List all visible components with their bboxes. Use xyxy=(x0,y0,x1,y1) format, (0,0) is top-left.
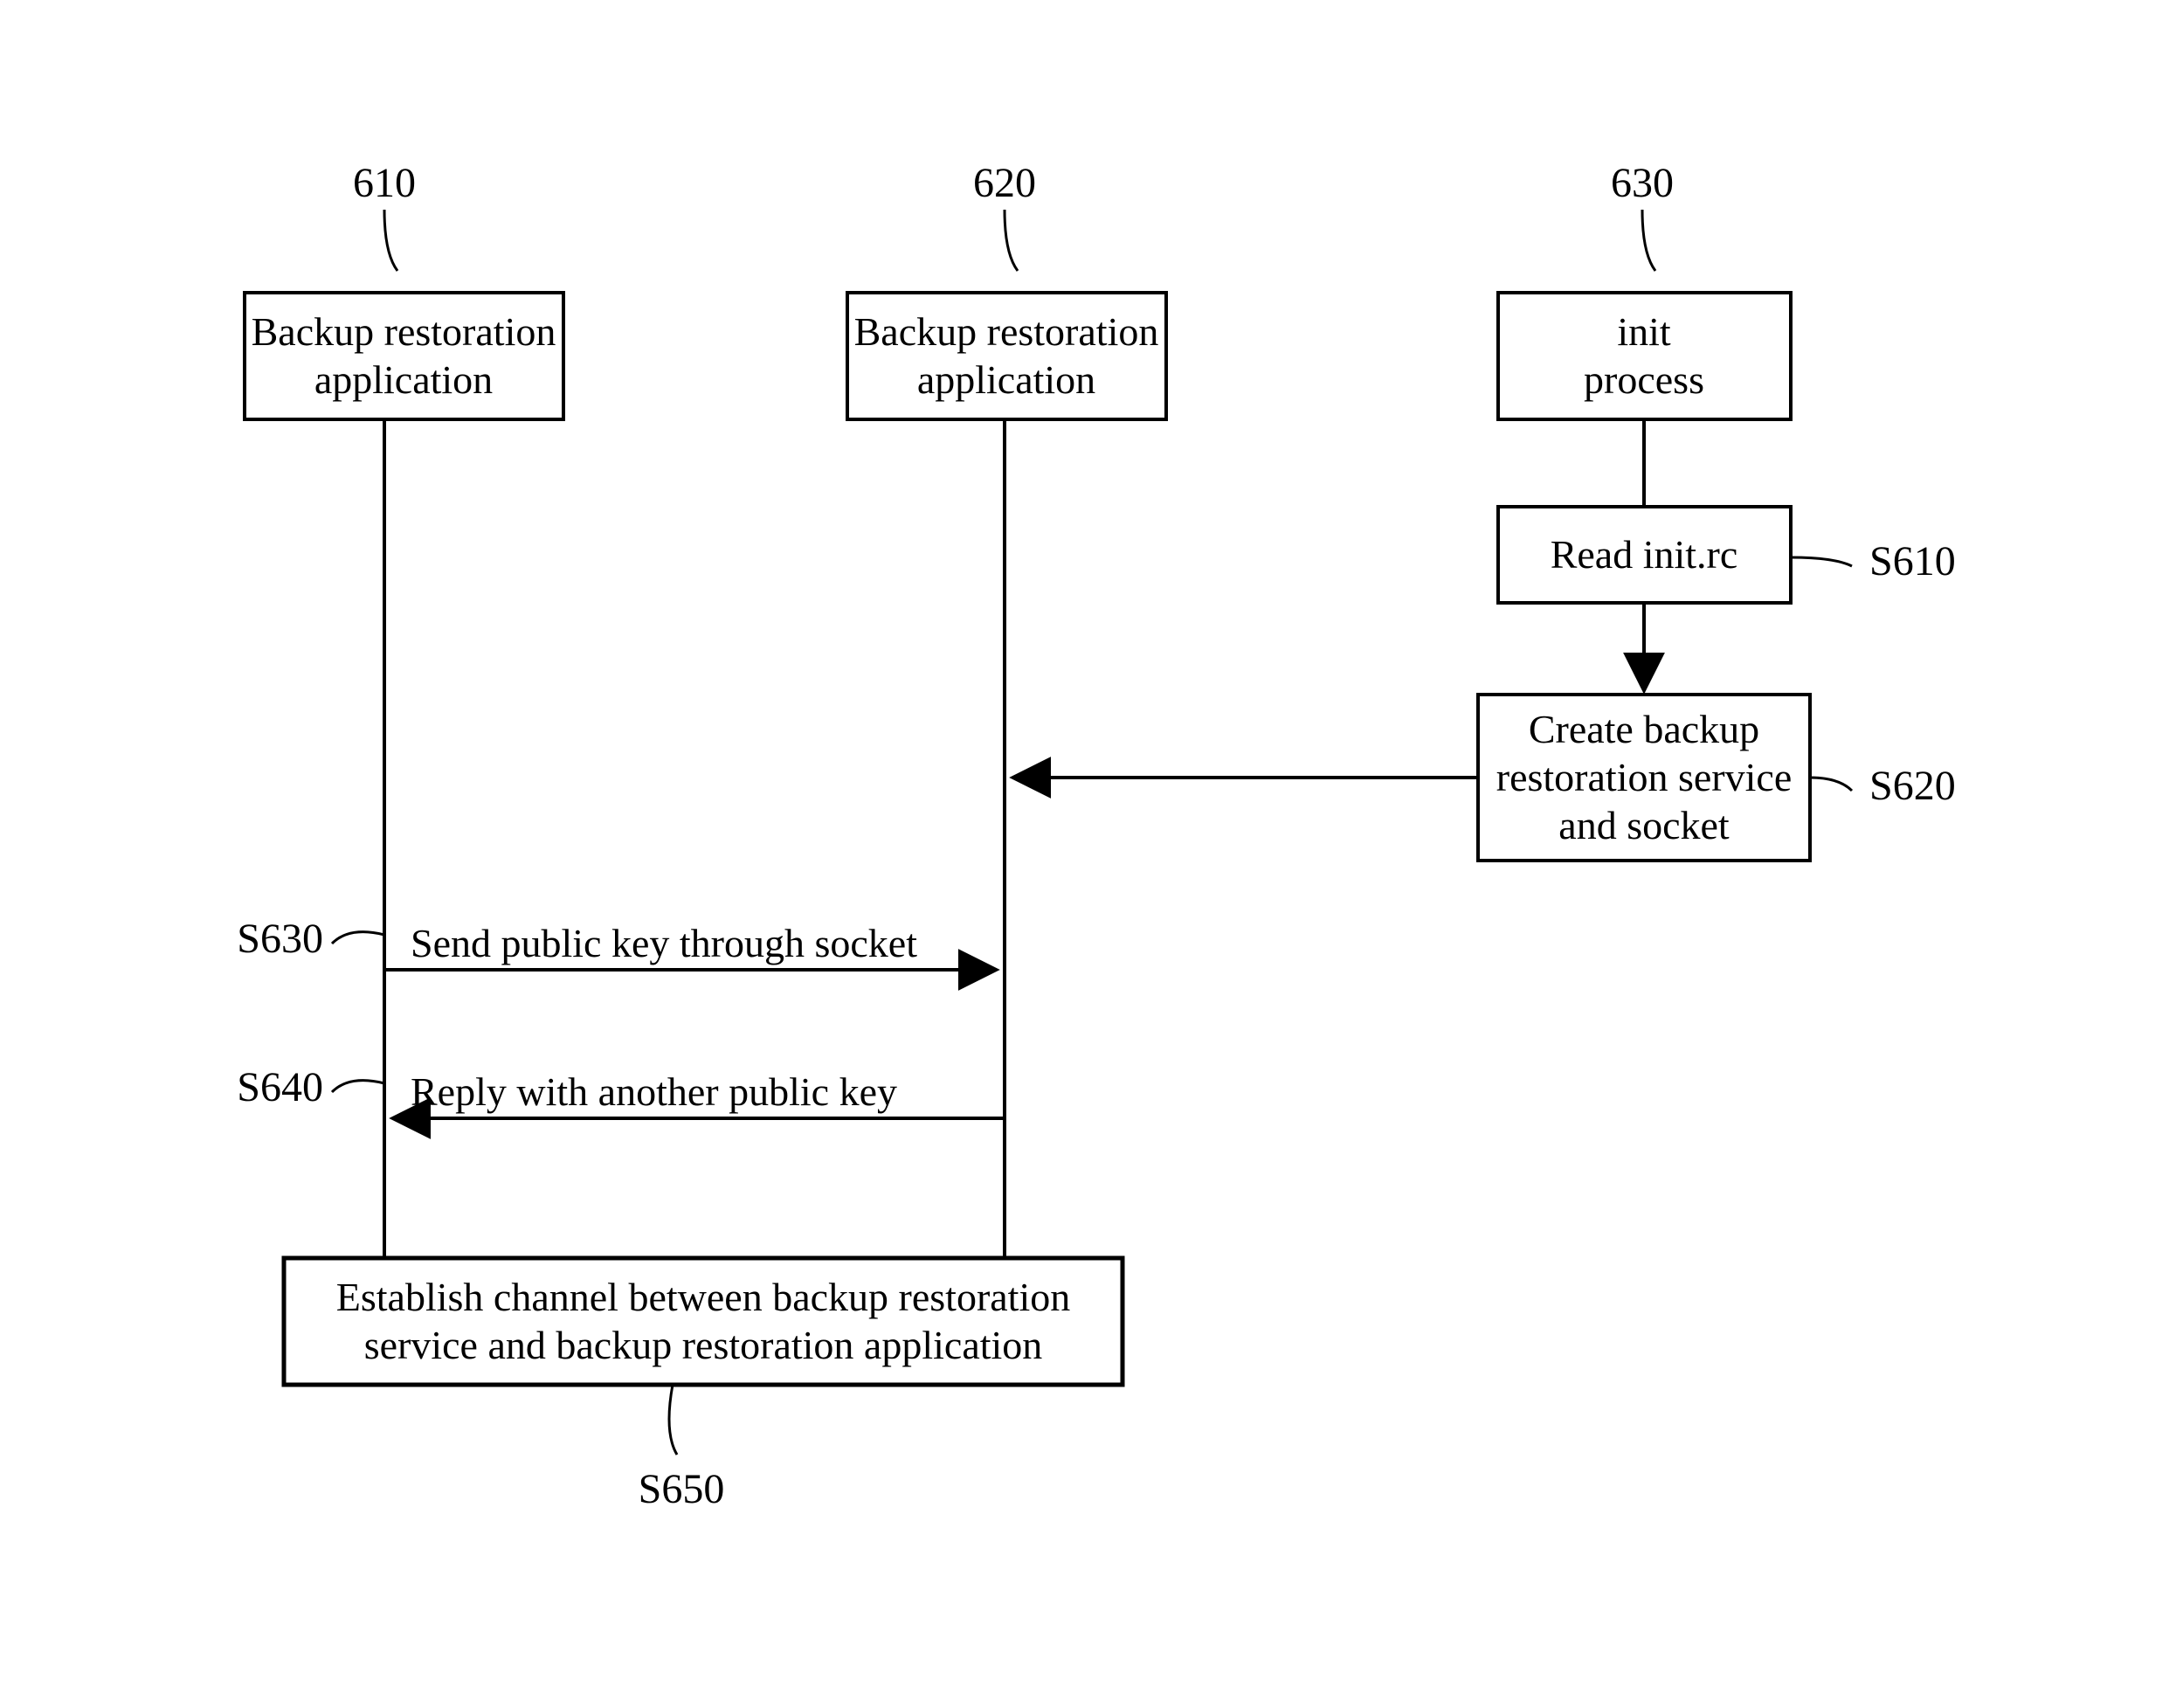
actor-right-leader xyxy=(1642,210,1655,271)
actor-left-line1: Backup restoration xyxy=(252,309,556,354)
step-s640-id: S640 xyxy=(237,1064,323,1110)
actor-left-id: 610 xyxy=(353,160,416,206)
step-s640-text: Reply with another public key xyxy=(411,1069,897,1114)
step-s640-leader xyxy=(332,1081,384,1092)
actor-right-line2: process xyxy=(1584,357,1704,402)
step-s630-text: Send public key through socket xyxy=(411,921,917,965)
step-s650-line2: service and backup restoration applicati… xyxy=(364,1323,1043,1367)
step-s610-leader xyxy=(1791,557,1852,566)
step-s620-line1: Create backup xyxy=(1529,707,1759,751)
step-s620-id: S620 xyxy=(1869,763,1956,809)
actor-middle-line2: application xyxy=(917,357,1095,402)
step-s650-id: S650 xyxy=(639,1466,725,1512)
step-s630-leader xyxy=(332,932,384,944)
actor-middle-id: 620 xyxy=(973,160,1036,206)
step-s650-line1: Establish channel between backup restora… xyxy=(336,1275,1071,1319)
step-s650-leader xyxy=(669,1385,677,1455)
actor-left-line2: application xyxy=(314,357,493,402)
step-s620-line2: restoration service xyxy=(1496,755,1792,799)
actor-right-id: 630 xyxy=(1611,160,1674,206)
actor-middle-line1: Backup restoration xyxy=(854,309,1159,354)
actor-left-leader xyxy=(384,210,397,271)
actor-middle-leader xyxy=(1005,210,1018,271)
step-s620-line3: and socket xyxy=(1558,803,1730,847)
step-s620-leader xyxy=(1810,778,1852,791)
actor-right-line1: init xyxy=(1617,309,1671,354)
sequence-diagram: 610 Backup restoration application 620 B… xyxy=(0,0,2176,1708)
step-s610-text: Read init.rc xyxy=(1551,532,1738,577)
step-s630-id: S630 xyxy=(237,916,323,962)
step-s610-id: S610 xyxy=(1869,538,1956,584)
